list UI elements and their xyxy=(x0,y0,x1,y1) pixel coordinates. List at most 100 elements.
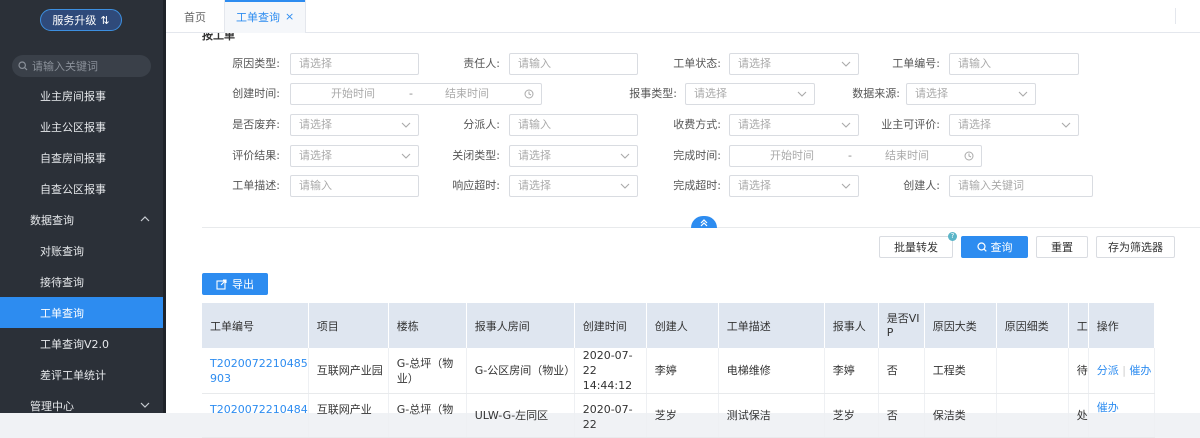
table-row[interactable]: T2020072210484 互联网产业 G-总坪（物 ULW-G-左同区 20… xyxy=(202,393,1155,438)
sidebar-item-bad-review-stats[interactable]: 差评工单统计 xyxy=(0,359,163,390)
finish-time-label: 完成时间: xyxy=(673,149,721,162)
col-header[interactable]: 创建人 xyxy=(646,303,719,348)
orders-table: 工单编号 项目 楼栋 报事人房间 创建时间 创建人 工单描述 报事人 是否VIP… xyxy=(202,303,1155,438)
owner-input[interactable]: 请输入 xyxy=(509,53,638,75)
reset-button[interactable]: 重置 xyxy=(1036,236,1088,258)
finish-end-placeholder: 结束时间 xyxy=(885,149,929,162)
export-icon xyxy=(216,278,227,290)
sidebar-search-input[interactable]: 请输入关键词 xyxy=(12,55,151,77)
col-header[interactable]: 工单描述 xyxy=(718,303,825,348)
table-header-row: 工单编号 项目 楼栋 报事人房间 创建时间 创建人 工单描述 报事人 是否VIP… xyxy=(202,303,1155,348)
batch-forward-button[interactable]: 批量转发 xyxy=(879,236,953,258)
response-timeout-select[interactable]: 请选择 xyxy=(509,175,638,197)
sidebar-item-reception-query[interactable]: 接待查询 xyxy=(0,266,163,297)
creator-cell: 芝岁 xyxy=(646,393,719,438)
chevron-down-icon xyxy=(620,153,630,159)
search-icon xyxy=(18,61,28,71)
discarded-placeholder: 请选择 xyxy=(299,118,332,131)
sidebar-search-placeholder: 请输入关键词 xyxy=(32,60,98,73)
description-input[interactable]: 请输入 xyxy=(290,175,419,197)
col-header[interactable]: 原因大类 xyxy=(924,303,997,348)
sidebar-item-label: 自查公区报事 xyxy=(40,182,106,196)
order-no-input[interactable]: 请输入 xyxy=(949,53,1079,75)
col-header[interactable]: 工 xyxy=(1068,303,1089,348)
chevron-up-icon xyxy=(140,216,150,222)
eval-result-select[interactable]: 请选择 xyxy=(290,145,419,167)
reset-label: 重置 xyxy=(1051,241,1073,254)
discarded-label: 是否废弃: xyxy=(232,118,280,131)
creator-label: 创建人: xyxy=(903,179,940,192)
report-type-select[interactable]: 请选择 xyxy=(685,83,815,105)
sidebar-item-order-query-v2[interactable]: 工单查询V2.0 xyxy=(0,328,163,359)
export-button[interactable]: 导出 xyxy=(202,273,268,295)
dispatcher-input[interactable]: 请输入 xyxy=(509,114,638,136)
search-icon xyxy=(976,242,987,252)
vip-cell: 否 xyxy=(878,393,925,438)
discarded-select[interactable]: 请选择 xyxy=(290,114,419,136)
tab-home[interactable]: 首页 xyxy=(184,0,206,33)
tab-order-query[interactable]: 工单查询 × xyxy=(224,0,306,33)
data-source-select[interactable]: 请选择 xyxy=(906,83,1036,105)
reason-type-select[interactable]: 请选择 xyxy=(290,53,419,75)
tab-divider xyxy=(1175,8,1176,24)
owner-rate-select[interactable]: 请选择 xyxy=(949,114,1079,136)
col-header[interactable]: 项目 xyxy=(308,303,389,348)
col-header[interactable]: 是否VIP xyxy=(878,303,925,348)
chevron-down-icon xyxy=(620,183,630,189)
order-no-cell[interactable]: T2020072210484 xyxy=(202,393,309,438)
col-header[interactable]: 操作 xyxy=(1088,303,1155,348)
sidebar-item-owner-public-report[interactable]: 业主公区报事 xyxy=(0,111,163,142)
status-cell: 处 xyxy=(1068,393,1089,438)
col-header[interactable]: 楼栋 xyxy=(388,303,467,348)
sidebar-item-order-query[interactable]: 工单查询 xyxy=(0,297,163,328)
sidebar-item-self-room-report[interactable]: 自查房间报事 xyxy=(0,142,163,173)
assign-link[interactable]: 分派 xyxy=(1097,364,1119,377)
sidebar-item-owner-room-report[interactable]: 业主房间报事 xyxy=(0,80,163,111)
col-header[interactable]: 原因细类 xyxy=(996,303,1069,348)
close-icon[interactable]: × xyxy=(285,10,294,23)
eval-result-label: 评价结果: xyxy=(232,149,280,162)
sidebar-item-label: 自查房间报事 xyxy=(40,151,106,165)
urge-link[interactable]: 催办 xyxy=(1129,364,1151,377)
col-header[interactable]: 报事人 xyxy=(824,303,879,348)
created-time-label: 创建时间: xyxy=(232,87,280,100)
sidebar-group-management[interactable]: 管理中心 xyxy=(0,390,163,413)
description-placeholder: 请输入 xyxy=(299,179,332,192)
col-header[interactable]: 报事人房间 xyxy=(466,303,575,348)
chevron-down-icon xyxy=(1018,91,1028,97)
query-button[interactable]: 查询 xyxy=(961,236,1028,258)
reason-type-label: 原因类型: xyxy=(232,57,280,70)
status-select[interactable]: 请选择 xyxy=(729,53,859,75)
sidebar-item-self-public-report[interactable]: 自查公区报事 xyxy=(0,173,163,204)
fee-method-select[interactable]: 请选择 xyxy=(729,114,859,136)
status-placeholder: 请选择 xyxy=(738,57,771,70)
chevron-down-icon xyxy=(1061,122,1071,128)
collapse-toggle[interactable] xyxy=(691,216,717,228)
finish-time-range[interactable]: 开始时间 - 结束时间 xyxy=(729,145,982,167)
upgrade-button[interactable]: 服务升级 ⇅ xyxy=(40,9,122,31)
close-type-select[interactable]: 请选择 xyxy=(509,145,638,167)
reason-major-cell: 工程类 xyxy=(924,348,997,394)
filter-panel: 按工单 原因类型: 请选择 责任人: 请输入 工单状态: 请选择 工单编号: 请… xyxy=(166,33,1200,263)
project-cell: 互联网产业 xyxy=(308,393,389,438)
created-time-range[interactable]: 开始时间 - 结束时间 xyxy=(290,83,542,105)
finish-timeout-select[interactable]: 请选择 xyxy=(729,175,859,197)
urge-link[interactable]: 催办 xyxy=(1097,401,1119,414)
description-label: 工单描述: xyxy=(232,179,280,192)
sidebar-item-reconcile-query[interactable]: 对账查询 xyxy=(0,235,163,266)
finish-start-placeholder: 开始时间 xyxy=(770,149,814,162)
chevron-down-icon xyxy=(841,183,851,189)
fee-method-placeholder: 请选择 xyxy=(738,118,771,131)
sidebar-group-data-query[interactable]: 数据查询 xyxy=(0,204,163,235)
status-cell: 待 xyxy=(1068,348,1089,394)
table-row[interactable]: T2020072210485903 互联网产业园 G-总坪（物业） G-公区房间… xyxy=(202,348,1155,394)
creator-input[interactable]: 请输入关键词 xyxy=(949,175,1093,197)
col-header[interactable]: 工单编号 xyxy=(202,303,309,348)
sidebar-item-label: 接待查询 xyxy=(40,275,84,289)
status-label: 工单状态: xyxy=(673,57,721,70)
save-filter-button[interactable]: 存为筛选器 xyxy=(1096,236,1175,258)
help-badge[interactable]: ? xyxy=(948,232,957,241)
col-header[interactable]: 创建时间 xyxy=(574,303,647,348)
order-no-cell[interactable]: T2020072210485903 xyxy=(202,348,309,394)
reason-major-cell: 保洁类 xyxy=(924,393,997,438)
